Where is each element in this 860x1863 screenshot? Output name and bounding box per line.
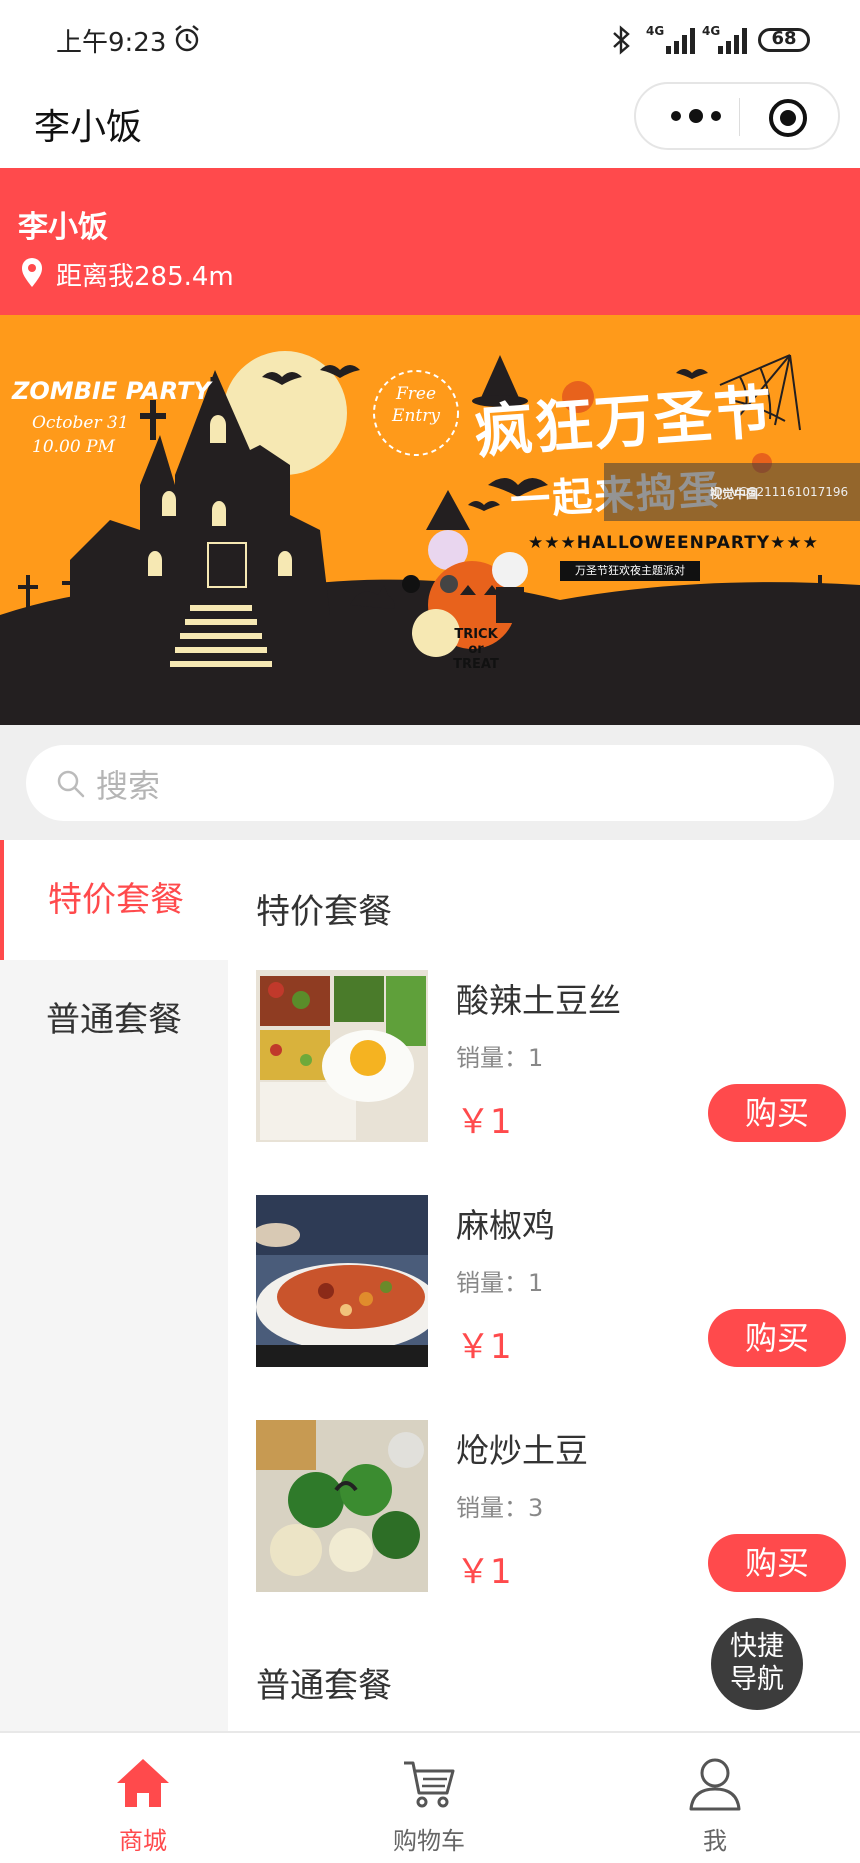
product-name: 麻椒鸡: [456, 1206, 555, 1245]
product-price: ￥1: [456, 1102, 512, 1142]
page-title: 李小饭: [34, 107, 143, 148]
search-area: 搜索: [0, 725, 860, 840]
banner-tag: 万圣节狂欢夜主题派对: [560, 561, 700, 581]
product-name: 酸辣土豆丝: [456, 981, 621, 1020]
category-sidebar: 特价套餐 普通套餐: [0, 840, 228, 1731]
signal-icon: 4G: [646, 22, 700, 56]
status-time: 上午9:23: [56, 28, 167, 58]
promo-banner[interactable]: ZOMBIE PARTY October 31 10.00 PM Free En…: [0, 315, 860, 725]
buy-button[interactable]: 购买: [708, 1084, 846, 1142]
search-icon: [57, 770, 85, 798]
signal-icon: 4G: [702, 22, 756, 56]
free-line1: Free: [395, 384, 437, 404]
alarm-icon: [175, 25, 199, 52]
product-image[interactable]: [256, 970, 428, 1142]
bluetooth-icon: [613, 25, 630, 55]
section-title: 特价套餐: [256, 892, 392, 932]
shop-distance: 距离我285.4m: [56, 262, 234, 292]
tab-label: 我: [703, 1827, 727, 1855]
trick-line2: or: [468, 642, 484, 657]
cart-icon: [404, 1761, 455, 1808]
product-sales: 销量：1: [456, 1044, 544, 1072]
watermark: 视觉中国 ID: VCG211161017196: [604, 463, 860, 521]
quick-nav-line1: 快捷: [730, 1631, 784, 1662]
tab-cart[interactable]: 购物车: [286, 1733, 572, 1863]
trick-line1: TRICK: [454, 627, 498, 642]
free-line2: Entry: [392, 406, 440, 426]
nav-bar: 李小饭: [0, 80, 860, 168]
search-input[interactable]: 搜索: [26, 745, 834, 821]
tab-label: 购物车: [393, 1827, 465, 1855]
banner-free-entry: Free Entry: [378, 383, 454, 427]
shop-header: 李小饭 距离我285.4m: [0, 168, 860, 315]
close-miniprogram-icon[interactable]: [766, 96, 810, 140]
watermark-id: ID: VCG211161017196: [710, 485, 849, 499]
banner-trick-or-treat: TRICK or TREAT: [448, 627, 504, 672]
sidebar-item-normal[interactable]: 普通套餐: [0, 960, 228, 1080]
shop-name: 李小饭: [18, 210, 108, 245]
product-price: ￥1: [456, 1327, 512, 1367]
sidebar-item-special[interactable]: 特价套餐: [0, 840, 228, 960]
home-icon: [117, 1759, 169, 1807]
banner-zombie-text: ZOMBIE PARTY: [12, 377, 211, 405]
product-price: ￥1: [456, 1552, 512, 1592]
more-icon[interactable]: [666, 94, 746, 138]
battery-level: 68: [771, 28, 797, 49]
capsule-divider: [739, 98, 740, 136]
banner-date: October 31: [32, 413, 129, 433]
quick-nav-button[interactable]: 快捷 导航: [711, 1618, 803, 1710]
buy-button[interactable]: 购买: [708, 1309, 846, 1367]
product-name: 炝炒土豆: [456, 1431, 588, 1470]
product-item[interactable]: 酸辣土豆丝 销量：1 ￥1 购买: [256, 970, 846, 1142]
user-icon: [689, 1758, 741, 1811]
status-bar: 上午9:23 4G 4G 68: [0, 0, 860, 80]
product-item[interactable]: 麻椒鸡 销量：1 ￥1 购买: [256, 1195, 846, 1367]
product-item[interactable]: 炝炒土豆 销量：3 ￥1 购买: [256, 1420, 846, 1592]
quick-nav-line2: 导航: [730, 1664, 784, 1695]
section-title: 普通套餐: [256, 1666, 392, 1706]
battery-icon: 68: [758, 28, 810, 52]
miniprogram-capsule: [634, 82, 840, 150]
tab-bar: 商城 购物车 我: [0, 1731, 860, 1863]
location-icon: [22, 258, 42, 287]
product-image[interactable]: [256, 1195, 428, 1367]
tab-home[interactable]: 商城: [0, 1733, 286, 1863]
tab-me[interactable]: 我: [572, 1733, 858, 1863]
product-sales: 销量：1: [456, 1269, 544, 1297]
banner-indicator-dot-active[interactable]: [402, 575, 420, 593]
banner-party-text: ★★★HALLOWEENPARTY★★★: [528, 533, 819, 553]
product-list: 特价套餐 酸辣土豆丝 销量：1 ￥1 购买 麻椒鸡 销量：1 ￥1 购买 炝炒土…: [228, 840, 860, 1731]
buy-button[interactable]: 购买: [708, 1534, 846, 1592]
trick-line3: TREAT: [453, 657, 499, 672]
tab-label: 商城: [119, 1827, 167, 1855]
banner-indicator-dot[interactable]: [440, 575, 458, 593]
search-placeholder: 搜索: [96, 767, 161, 805]
banner-time: 10.00 PM: [32, 437, 115, 457]
product-image[interactable]: [256, 1420, 428, 1592]
product-sales: 销量：3: [456, 1494, 544, 1522]
